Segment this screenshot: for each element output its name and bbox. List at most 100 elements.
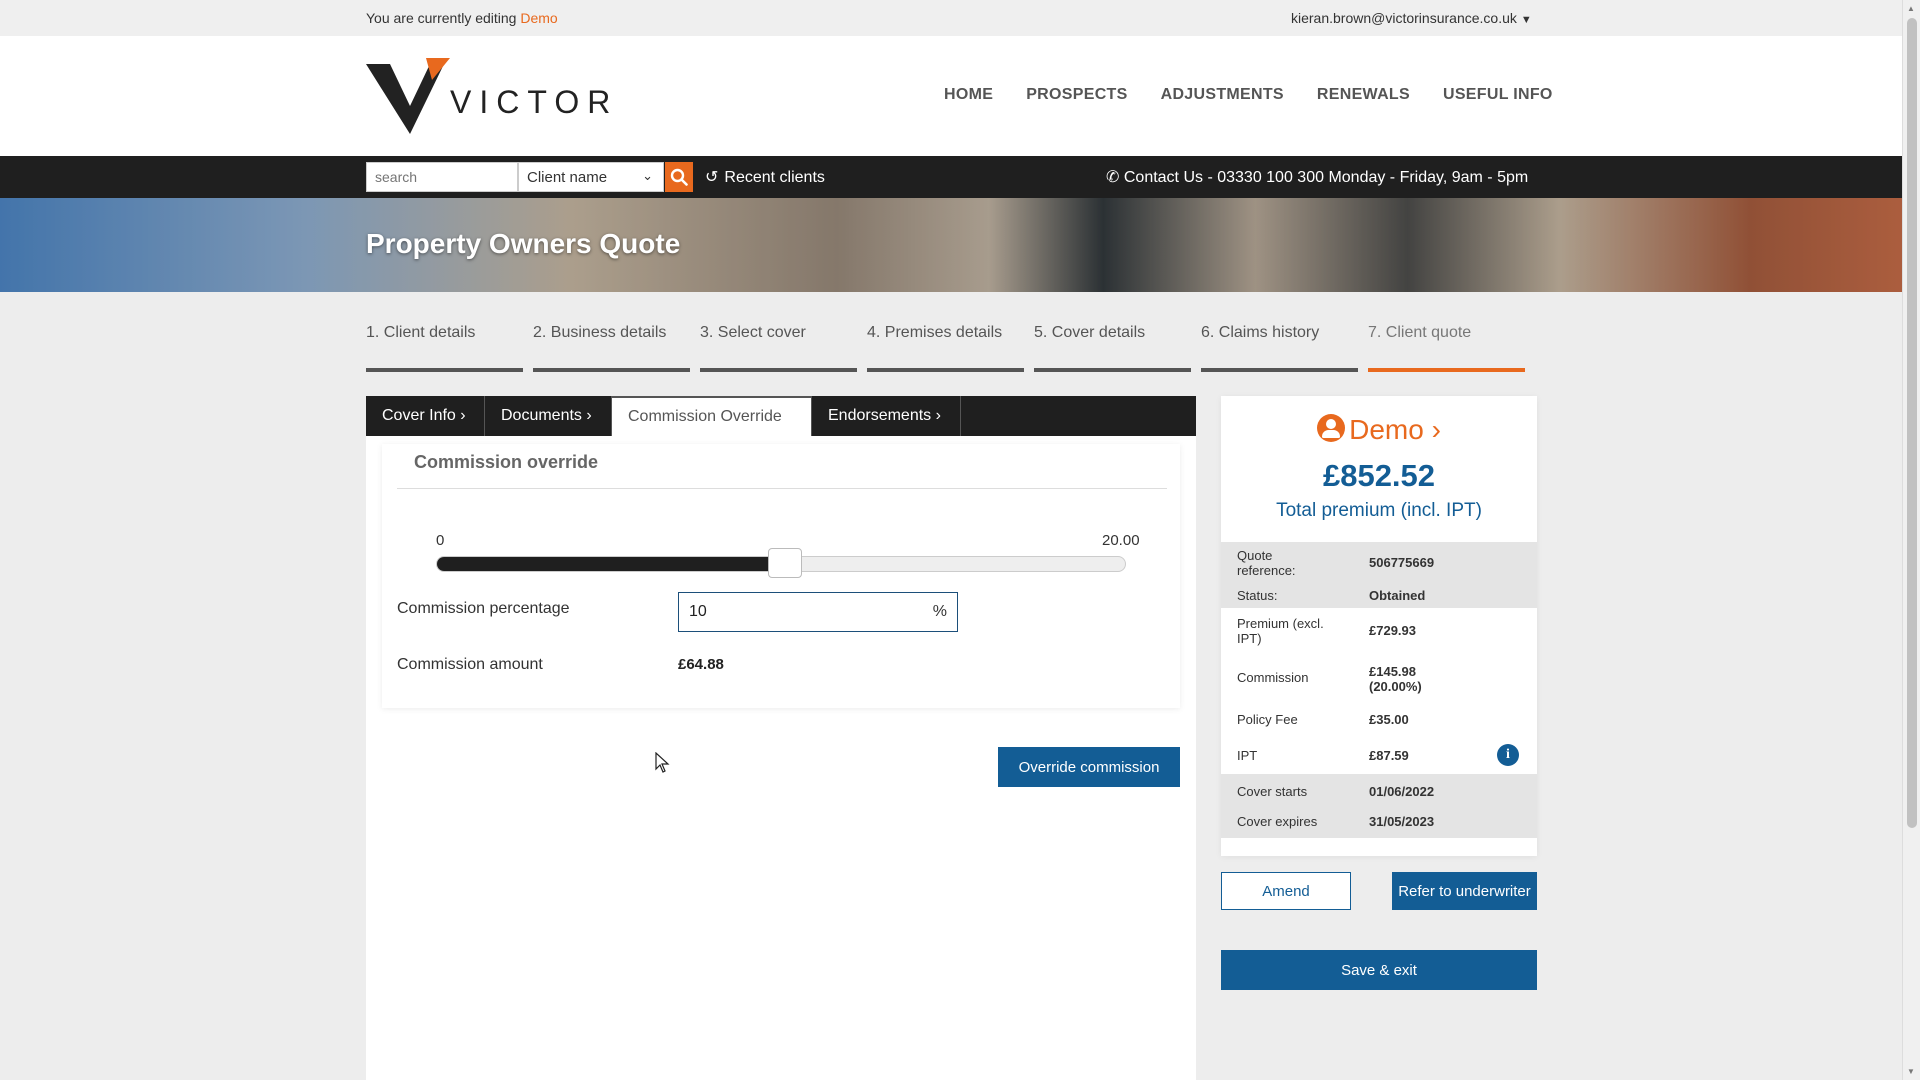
step-label: 1. Client details bbox=[366, 324, 476, 341]
step-bar bbox=[1034, 368, 1191, 372]
total-premium: £852.52 bbox=[1322, 458, 1436, 493]
step-select-cover[interactable]: 3. Select cover bbox=[700, 324, 857, 374]
search-icon bbox=[670, 168, 688, 186]
summary-row: Status: Obtained bbox=[1221, 582, 1537, 608]
step-premises-details[interactable]: 4. Premises details bbox=[867, 324, 1024, 374]
slider-max-label: 20.00 bbox=[1102, 532, 1140, 549]
main-panel: Cover Info › Documents › Commission Over… bbox=[366, 396, 1196, 1080]
chevron-right-icon: › bbox=[460, 407, 466, 424]
commission-percentage-label: Commission percentage bbox=[397, 600, 570, 617]
tab-documents[interactable]: Documents › bbox=[485, 396, 612, 436]
search-input[interactable] bbox=[366, 162, 518, 192]
nav-home[interactable]: HOME bbox=[944, 86, 993, 104]
summary-value: Obtained bbox=[1369, 588, 1426, 603]
recent-clients-link[interactable]: ↺ Recent clients bbox=[705, 167, 825, 187]
chevron-down-icon: ⌄ bbox=[642, 168, 653, 183]
summary-key: Quote reference: bbox=[1237, 548, 1296, 578]
contact-text: Contact Us - 03330 100 300 Monday - Frid… bbox=[1123, 169, 1529, 186]
page-title: Property Owners Quote bbox=[366, 228, 681, 259]
step-bar bbox=[533, 368, 690, 372]
step-label: 5. Cover details bbox=[1034, 324, 1146, 341]
scrollbar-thumb[interactable] bbox=[1907, 18, 1917, 828]
client-link[interactable]: Demo › bbox=[1221, 414, 1537, 446]
slider-min-label: 0 bbox=[436, 532, 445, 549]
nav-renewals[interactable]: RENEWALS bbox=[1317, 86, 1410, 104]
client-name: Demo bbox=[1349, 414, 1424, 445]
nav-prospects[interactable]: PROSPECTS bbox=[1026, 86, 1127, 104]
history-icon: ↺ bbox=[705, 169, 719, 186]
search-bar: Client name ⌄ ↺ Recent clients ✆ Contact … bbox=[0, 156, 1902, 198]
quote-summary: Demo › £852.52 Total premium (incl. IPT)… bbox=[1221, 396, 1537, 856]
tab-label: Commission Override bbox=[628, 408, 782, 425]
refer-to-underwriter-button[interactable]: Refer to underwriter bbox=[1392, 872, 1537, 910]
override-commission-button[interactable]: Override commission bbox=[998, 747, 1180, 787]
info-icon[interactable]: i bbox=[1497, 744, 1519, 766]
summary-key: Cover starts bbox=[1237, 784, 1308, 799]
search-type-value: Client name bbox=[527, 169, 608, 186]
step-client-details[interactable]: 1. Client details bbox=[366, 324, 523, 374]
step-label: 2. Business details bbox=[533, 324, 667, 341]
nav-adjustments[interactable]: ADJUSTMENTS bbox=[1161, 86, 1284, 104]
summary-value: 01/06/2022 bbox=[1369, 784, 1435, 799]
recent-clients-label: Recent clients bbox=[724, 169, 825, 186]
summary-row: Cover starts 01/06/2022 bbox=[1221, 774, 1537, 806]
tab-cover-info[interactable]: Cover Info › bbox=[366, 396, 485, 436]
summary-key: Status: bbox=[1237, 588, 1278, 603]
tab-label: Documents bbox=[501, 407, 582, 424]
commission-heading: Commission override bbox=[414, 452, 599, 472]
divider bbox=[397, 488, 1167, 489]
summary-value: £145.98 (20.00%) bbox=[1369, 664, 1422, 694]
summary-key: Policy Fee bbox=[1237, 712, 1298, 727]
tab-label: Endorsements bbox=[828, 407, 932, 424]
summary-row: Policy Fee £35.00 bbox=[1221, 702, 1537, 736]
summary-key: IPT bbox=[1237, 748, 1258, 763]
search-button[interactable] bbox=[665, 162, 693, 192]
slider-handle[interactable] bbox=[768, 548, 802, 578]
page-scrollbar[interactable]: ▲ ▼ bbox=[1902, 0, 1920, 1080]
search-type-select[interactable]: Client name ⌄ bbox=[518, 162, 664, 192]
tab-endorsements[interactable]: Endorsements › bbox=[812, 396, 961, 436]
summary-value: £35.00 bbox=[1369, 712, 1409, 727]
user-menu[interactable]: kieran.brown@victorinsurance.co.uk ▼ bbox=[1291, 10, 1532, 26]
commission-percentage-field[interactable]: % bbox=[678, 592, 958, 632]
step-bar bbox=[1201, 368, 1358, 372]
step-label: 7. Client quote bbox=[1368, 324, 1472, 341]
editing-client-link[interactable]: Demo bbox=[520, 10, 557, 26]
contact-info: ✆ Contact Us - 03330 100 300 Monday - Fr… bbox=[1106, 167, 1528, 187]
tab-commission-override[interactable]: Commission Override bbox=[612, 396, 812, 436]
step-client-quote[interactable]: 7. Client quote bbox=[1368, 324, 1525, 374]
editing-notice: You are currently editing Demo bbox=[366, 10, 558, 26]
summary-value: 31/05/2023 bbox=[1369, 814, 1435, 829]
summary-key: Premium (excl. IPT) bbox=[1237, 616, 1324, 646]
page-banner: Property Owners Quote bbox=[0, 198, 1902, 292]
summary-value: £729.93 bbox=[1369, 623, 1416, 638]
summary-key: Cover expires bbox=[1237, 814, 1318, 829]
nav-useful-info[interactable]: USEFUL INFO bbox=[1443, 86, 1553, 104]
total-premium-label: Total premium (incl. IPT) bbox=[1276, 500, 1482, 521]
commission-amount-value: £64.88 bbox=[678, 656, 724, 673]
commission-percentage-input[interactable] bbox=[679, 593, 919, 631]
step-bar bbox=[700, 368, 857, 372]
save-exit-button[interactable]: Save & exit bbox=[1221, 950, 1537, 990]
banner-shade bbox=[0, 198, 1902, 292]
summary-row: Quote reference: 506775669 bbox=[1221, 542, 1537, 582]
summary-value: 506775669 bbox=[1369, 555, 1435, 570]
step-claims-history[interactable]: 6. Claims history bbox=[1201, 324, 1358, 374]
scroll-down-icon[interactable]: ▼ bbox=[1907, 1067, 1915, 1076]
amend-button[interactable]: Amend bbox=[1221, 872, 1351, 910]
step-bar-active bbox=[1368, 368, 1525, 372]
step-label: 4. Premises details bbox=[867, 324, 1003, 341]
step-label: 3. Select cover bbox=[700, 324, 806, 341]
quote-tabs: Cover Info › Documents › Commission Over… bbox=[366, 396, 1196, 436]
user-email: kieran.brown@victorinsurance.co.uk bbox=[1291, 10, 1517, 26]
summary-key: Commission bbox=[1237, 670, 1309, 685]
summary-row: IPT £87.59 i bbox=[1221, 736, 1537, 774]
step-cover-details[interactable]: 5. Cover details bbox=[1034, 324, 1191, 374]
step-business-details[interactable]: 2. Business details bbox=[533, 324, 690, 374]
quote-steps: 1. Client details 2. Business details 3.… bbox=[366, 324, 1526, 374]
step-bar bbox=[366, 368, 523, 372]
scroll-up-icon[interactable]: ▲ bbox=[1907, 4, 1915, 13]
tab-label: Cover Info bbox=[382, 407, 456, 424]
commission-card: Commission override 0 20.00 Commission p… bbox=[382, 444, 1180, 708]
step-label: 6. Claims history bbox=[1201, 324, 1320, 341]
